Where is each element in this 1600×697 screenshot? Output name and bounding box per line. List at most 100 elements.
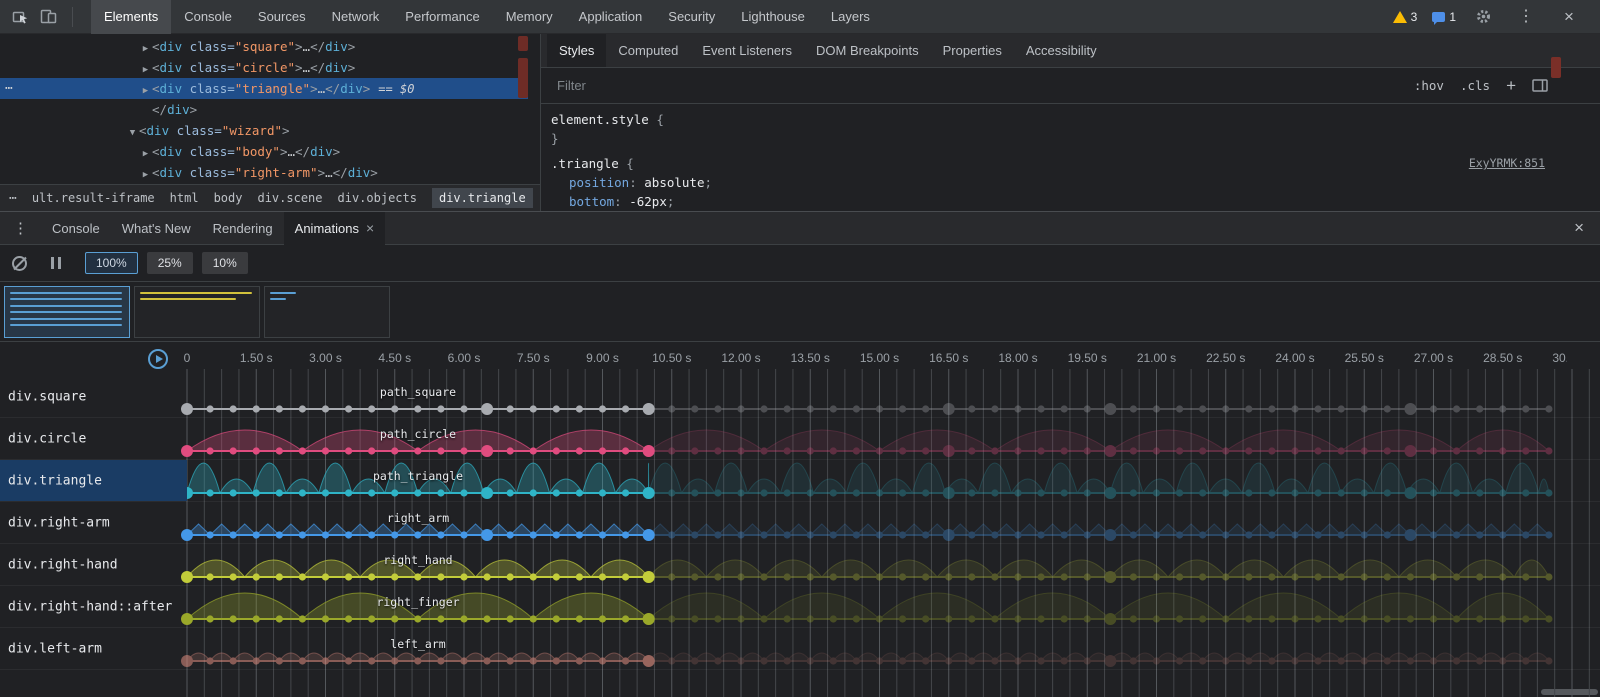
keyframe-dot[interactable] — [968, 573, 975, 580]
keyframe-dot[interactable] — [1061, 447, 1068, 454]
keyframe-dot[interactable] — [1245, 531, 1252, 538]
keyframe-dot[interactable] — [1338, 531, 1345, 538]
keyframe-dot[interactable] — [460, 405, 467, 412]
tab-console[interactable]: Console — [171, 0, 245, 34]
keyframe-dot[interactable] — [968, 531, 975, 538]
keyframe-dot[interactable] — [968, 405, 975, 412]
keyframe-dot[interactable] — [1037, 615, 1044, 622]
keyframe-dot[interactable] — [1176, 573, 1183, 580]
keyframe-dot[interactable] — [391, 447, 398, 454]
keyframe-dot[interactable] — [1176, 657, 1183, 664]
keyframe-dot[interactable] — [391, 531, 398, 538]
keyframe-dot[interactable] — [1384, 615, 1391, 622]
breadcrumb-item-body[interactable]: body — [214, 191, 243, 205]
keyframe-dot[interactable] — [1268, 489, 1275, 496]
keyframe-dot[interactable] — [1130, 447, 1137, 454]
keyframe-dot[interactable] — [1061, 573, 1068, 580]
keyframe-dot[interactable] — [1037, 657, 1044, 664]
keyframe-dot[interactable] — [691, 573, 698, 580]
keyframe-dot[interactable] — [253, 573, 260, 580]
keyframe-dot[interactable] — [345, 657, 352, 664]
close-tab-icon[interactable]: × — [366, 220, 374, 236]
keyframe-dot[interactable] — [507, 405, 514, 412]
keyframe-dot[interactable] — [643, 487, 655, 499]
style-property[interactable]: bottom: -62px; — [551, 192, 1545, 211]
keyframe-dot[interactable] — [943, 445, 955, 457]
keyframe-dot[interactable] — [206, 573, 213, 580]
keyframe-dot[interactable] — [1361, 573, 1368, 580]
keyframe-dot[interactable] — [1314, 405, 1321, 412]
keyframe-dot[interactable] — [807, 405, 814, 412]
keyframe-dot[interactable] — [345, 615, 352, 622]
keyframe-dot[interactable] — [991, 405, 998, 412]
keyframe-dot[interactable] — [1084, 657, 1091, 664]
keyframe-dot[interactable] — [1084, 573, 1091, 580]
dom-tree-node[interactable]: </div> — [0, 99, 528, 120]
keyframe-dot[interactable] — [414, 573, 421, 580]
keyframe-dot[interactable] — [760, 657, 767, 664]
keyframe-dot[interactable] — [1453, 447, 1460, 454]
tab-layers[interactable]: Layers — [818, 0, 883, 34]
keyframe-dot[interactable] — [1430, 573, 1437, 580]
keyframe-dot[interactable] — [968, 447, 975, 454]
keyframe-dot[interactable] — [1314, 489, 1321, 496]
keyframe-dot[interactable] — [230, 489, 237, 496]
keyframe-dot[interactable] — [668, 657, 675, 664]
close-devtools-icon[interactable]: × — [1557, 5, 1581, 29]
keyframe-dot[interactable] — [876, 447, 883, 454]
keyframe-dot[interactable] — [460, 447, 467, 454]
tab-lighthouse[interactable]: Lighthouse — [728, 0, 818, 34]
keyframe-dot[interactable] — [599, 447, 606, 454]
keyframe-dot[interactable] — [345, 531, 352, 538]
issues-indicator[interactable]: 1 — [1432, 10, 1456, 24]
tab-security[interactable]: Security — [655, 0, 728, 34]
keyframe-dot[interactable] — [1245, 447, 1252, 454]
draw-tab-console[interactable]: Console — [41, 212, 111, 245]
track-selector[interactable]: div.left-arm — [0, 628, 187, 669]
keyframe-dot[interactable] — [1245, 615, 1252, 622]
keyframe-dot[interactable] — [1037, 489, 1044, 496]
keyframe-dot[interactable] — [714, 447, 721, 454]
keyframe-dot[interactable] — [553, 405, 560, 412]
keyframe-dot[interactable] — [622, 489, 629, 496]
keyframe-dot[interactable] — [1153, 573, 1160, 580]
keyframe-dot[interactable] — [1130, 405, 1137, 412]
keyframe-dot[interactable] — [1291, 531, 1298, 538]
keyframe-dot[interactable] — [1522, 489, 1529, 496]
keyframe-dot[interactable] — [1130, 489, 1137, 496]
keyframe-dot[interactable] — [276, 489, 283, 496]
keyframe-dot[interactable] — [437, 489, 444, 496]
keyframe-dot[interactable] — [1453, 405, 1460, 412]
keyframe-dot[interactable] — [1338, 573, 1345, 580]
dom-tree-node[interactable]: ▼<div class="wizard"> — [0, 120, 528, 141]
keyframe-dot[interactable] — [714, 615, 721, 622]
keyframe-dot[interactable] — [230, 615, 237, 622]
keyframe-dot[interactable] — [945, 615, 952, 622]
keyframe-dot[interactable] — [507, 489, 514, 496]
sidebar-tab-dom-breakpoints[interactable]: DOM Breakpoints — [804, 34, 931, 67]
keyframe-dot[interactable] — [1499, 657, 1506, 664]
keyframe-dot[interactable] — [1384, 573, 1391, 580]
keyframe-dot[interactable] — [1545, 657, 1552, 664]
keyframe-dot[interactable] — [876, 531, 883, 538]
keyframe-dot[interactable] — [553, 531, 560, 538]
keyframe-dot[interactable] — [899, 531, 906, 538]
more-options-icon[interactable]: ⋮ — [1514, 5, 1538, 29]
keyframe-dot[interactable] — [876, 405, 883, 412]
keyframe-dot[interactable] — [206, 657, 213, 664]
keyframe-dot[interactable] — [853, 489, 860, 496]
keyframe-dot[interactable] — [853, 573, 860, 580]
keyframe-dot[interactable] — [345, 405, 352, 412]
keyframe-dot[interactable] — [391, 489, 398, 496]
keyframe-dot[interactable] — [1222, 573, 1229, 580]
keyframe-dot[interactable] — [1545, 489, 1552, 496]
keyframe-dot[interactable] — [507, 657, 514, 664]
keyframe-dot[interactable] — [853, 615, 860, 622]
keyframe-dot[interactable] — [1014, 657, 1021, 664]
keyframe-dot[interactable] — [737, 615, 744, 622]
keyframe-dot[interactable] — [599, 489, 606, 496]
keyframe-dot[interactable] — [1499, 615, 1506, 622]
keyframe-dot[interactable] — [507, 531, 514, 538]
keyframe-dot[interactable] — [622, 405, 629, 412]
keyframe-dot[interactable] — [368, 531, 375, 538]
